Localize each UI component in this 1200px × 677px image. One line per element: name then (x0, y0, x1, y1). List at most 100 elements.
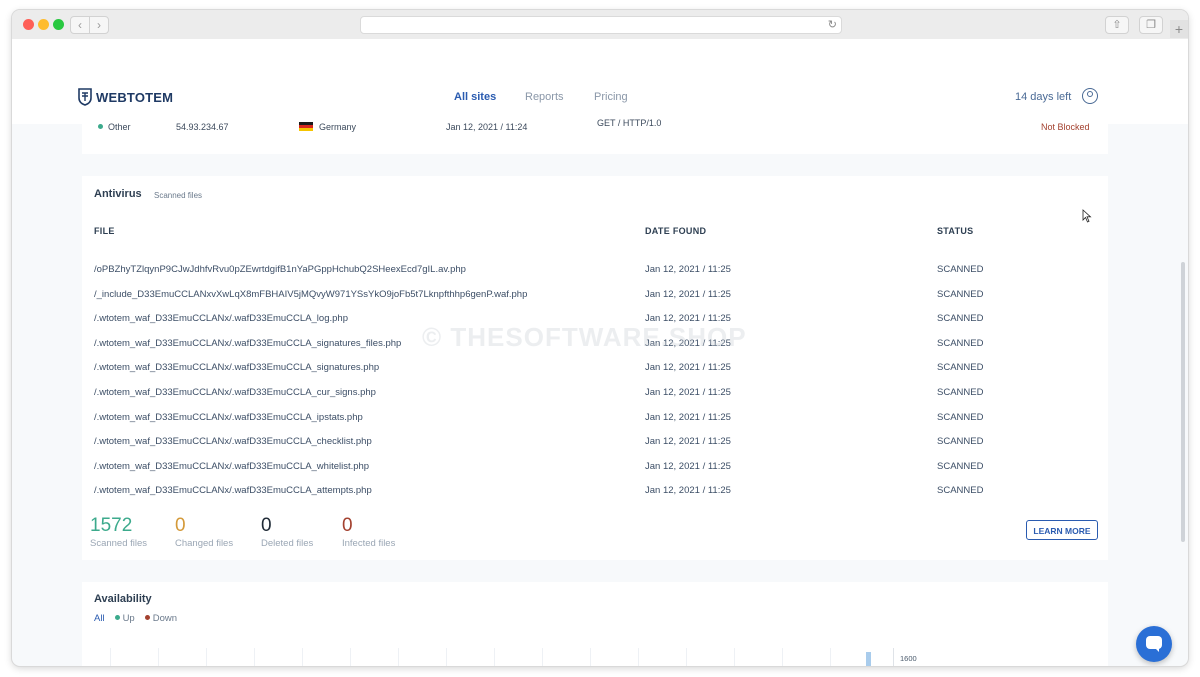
availability-card: Availability All Up Down 1600 (82, 582, 1108, 666)
chart-gridline (350, 648, 351, 666)
table-row: /.wtotem_waf_D33EmuCCLANx/.wafD33EmuCCLA… (82, 412, 1108, 436)
file-path: /_include_D33EmuCCLANxvXwLqX8mFBHAIV5jMQ… (94, 289, 528, 300)
status-dot-icon (98, 124, 103, 130)
scan-status: SCANNED (937, 289, 984, 300)
minimize-window-button[interactable] (38, 19, 49, 30)
file-path: /.wtotem_waf_D33EmuCCLANx/.wafD33EmuCCLA… (94, 338, 402, 349)
stat-deleted-label: Deleted files (261, 538, 314, 549)
scan-status: SCANNED (937, 338, 984, 349)
brand-name: WEBTOTEM (96, 89, 174, 105)
filter-all[interactable]: All (94, 613, 105, 624)
reload-icon[interactable]: ↻ (828, 17, 837, 33)
antivirus-title: Antivirus (94, 188, 142, 200)
column-header-status: STATUS (937, 226, 974, 236)
file-path: /.wtotem_waf_D33EmuCCLANx/.wafD33EmuCCLA… (94, 461, 370, 472)
file-path: /oPBZhyTZlqynP9CJwJdhfvRvu0pZEwrtdgifB1n… (94, 264, 466, 275)
log-request: GET / HTTP/1.0 (597, 118, 662, 128)
chart-gridline (398, 648, 399, 666)
learn-more-button[interactable]: LEARN MORE (1026, 520, 1098, 540)
mouse-cursor-icon (1082, 209, 1092, 223)
browser-toolbar: ‹ › ↻ ⇧ ❐ + (12, 10, 1188, 40)
scan-status: SCANNED (937, 436, 984, 447)
scan-status: SCANNED (937, 485, 984, 496)
maximize-window-button[interactable] (53, 19, 64, 30)
date-found: Jan 12, 2021 / 11:25 (645, 289, 731, 300)
scan-status: SCANNED (937, 264, 984, 275)
date-found: Jan 12, 2021 / 11:25 (645, 485, 731, 496)
file-path: /.wtotem_waf_D33EmuCCLANx/.wafD33EmuCCLA… (94, 362, 380, 373)
germany-flag-icon (299, 122, 313, 132)
chart-gridline (734, 648, 735, 666)
scan-status: SCANNED (937, 412, 984, 423)
watermark: © THESOFTWARE.SHOP (422, 322, 747, 352)
chart-gridline (206, 648, 207, 666)
log-ip: 54.93.234.67 (176, 122, 229, 132)
antivirus-subtitle: Scanned files (154, 191, 203, 200)
stat-scanned-value: 1572 (90, 515, 133, 536)
filter-up[interactable]: Up (114, 613, 135, 624)
table-row: /.wtotem_waf_D33EmuCCLANx/.wafD33EmuCCLA… (82, 461, 1108, 485)
antivirus-card: Antivirus Scanned files FILE DATE FOUND … (82, 176, 1108, 560)
date-found: Jan 12, 2021 / 11:25 (645, 387, 731, 398)
filter-down-label: Down (152, 613, 178, 624)
date-found: Jan 12, 2021 / 11:25 (645, 436, 731, 447)
close-window-button[interactable] (23, 19, 34, 30)
chart-gridline (302, 648, 303, 666)
brand-logo[interactable]: WEBTOTEM (78, 87, 173, 107)
forward-button[interactable]: › (89, 16, 109, 34)
stat-deleted: 0 Deleted files (261, 516, 314, 550)
availability-filters: All Up Down (94, 613, 177, 624)
file-path: /.wtotem_waf_D33EmuCCLANx/.wafD33EmuCCLA… (94, 313, 348, 324)
trial-remaining[interactable]: 14 days left (1015, 91, 1071, 103)
table-row: /.wtotem_waf_D33EmuCCLANx/.wafD33EmuCCLA… (82, 362, 1108, 386)
chart-gridline (158, 648, 159, 666)
table-row: /.wtotem_waf_D33EmuCCLANx/.wafD33EmuCCLA… (82, 387, 1108, 411)
new-tab-button[interactable]: + (1170, 20, 1188, 38)
y-tick-label: 1600 (900, 654, 917, 663)
chat-button[interactable] (1136, 626, 1172, 662)
chat-bubble-icon (1146, 636, 1162, 652)
stat-infected-label: Infected files (342, 538, 396, 549)
address-bar[interactable]: ↻ (360, 16, 842, 34)
column-header-date: DATE FOUND (645, 226, 707, 236)
chart-gridline (446, 648, 447, 666)
date-found: Jan 12, 2021 / 11:25 (645, 362, 731, 373)
log-status: Not Blocked (1041, 122, 1090, 132)
firewall-log-card: Other 54.93.234.67 Germany Jan 12, 2021 … (82, 114, 1108, 154)
table-row: /.wtotem_waf_D33EmuCCLANx/.wafD33EmuCCLA… (82, 436, 1108, 460)
chart-gridline (782, 648, 783, 666)
table-row: /.wtotem_waf_D33EmuCCLANx/.wafD33EmuCCLA… (82, 485, 1108, 509)
chart-gridline (830, 648, 831, 666)
nav-pricing[interactable]: Pricing (594, 91, 628, 103)
log-date: Jan 12, 2021 / 11:24 (446, 122, 528, 132)
scan-status: SCANNED (937, 461, 984, 472)
up-dot-icon (114, 614, 120, 620)
file-path: /.wtotem_waf_D33EmuCCLANx/.wafD33EmuCCLA… (94, 485, 372, 496)
scan-status: SCANNED (937, 362, 984, 373)
filter-up-label: Up (122, 613, 135, 624)
shield-logo-icon (78, 88, 92, 106)
stat-changed-label: Changed files (175, 538, 234, 549)
back-button[interactable]: ‹ (70, 16, 90, 34)
log-country: Germany (299, 122, 356, 132)
page-scrollbar[interactable] (1181, 262, 1185, 542)
date-found: Jan 12, 2021 / 11:25 (645, 412, 731, 423)
scan-status: SCANNED (937, 313, 984, 324)
chart-y-axis (893, 648, 894, 666)
nav-reports[interactable]: Reports (525, 91, 564, 103)
nav-all-sites[interactable]: All sites (454, 91, 496, 103)
log-type-label: Other (108, 122, 131, 132)
chart-bar[interactable] (866, 652, 871, 666)
tab-overview-icon[interactable]: ❐ (1139, 16, 1163, 34)
availability-chart (110, 648, 894, 666)
date-found: Jan 12, 2021 / 11:25 (645, 264, 731, 275)
chart-gridline (542, 648, 543, 666)
file-path: /.wtotem_waf_D33EmuCCLANx/.wafD33EmuCCLA… (94, 412, 363, 423)
filter-down[interactable]: Down (144, 613, 178, 624)
chart-gridline (590, 648, 591, 666)
user-avatar-icon[interactable] (1082, 88, 1098, 104)
column-header-file: FILE (94, 226, 115, 236)
chart-gridline (494, 648, 495, 666)
file-path: /.wtotem_waf_D33EmuCCLANx/.wafD33EmuCCLA… (94, 436, 372, 447)
share-icon[interactable]: ⇧ (1105, 16, 1129, 34)
